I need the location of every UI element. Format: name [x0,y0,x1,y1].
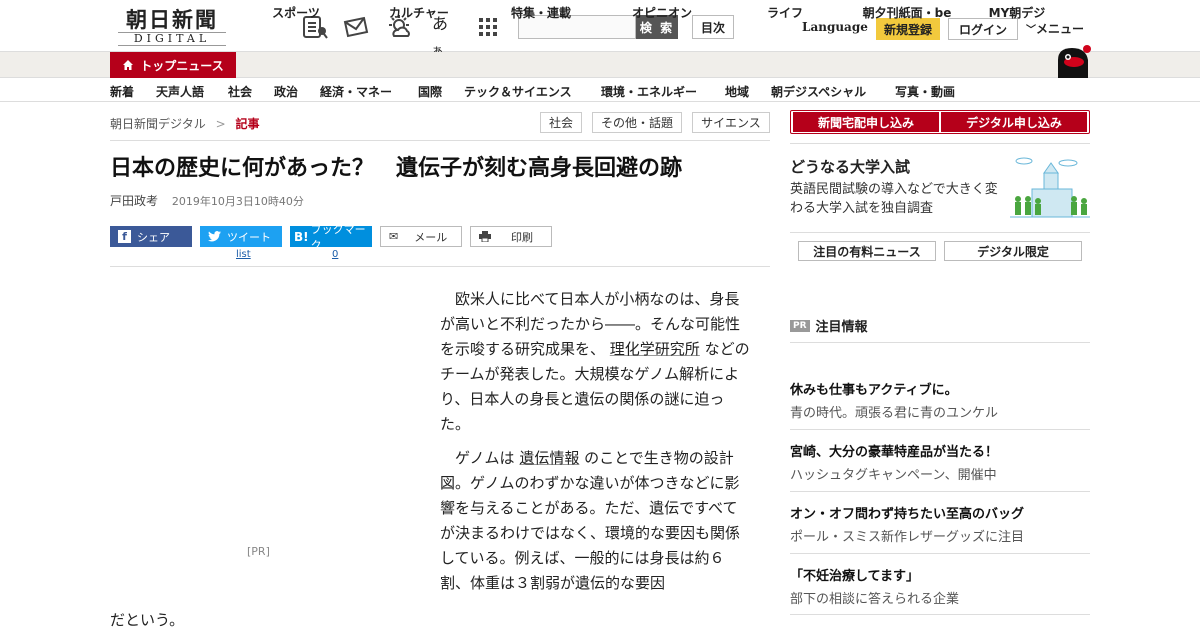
pr-item[interactable]: オン・オフ問わず持ちたい至高のバッグ ポール・スミス新作レザーグッズに注目 [790,503,1090,545]
paragraph-text: ゲノムは [455,449,515,467]
subnav-item-society[interactable]: 社会 [228,83,252,100]
twitter-share-button[interactable]: ツイート [200,226,282,247]
divider [110,266,770,267]
hatena-icon: B! [294,229,309,244]
breadcrumb-current: 記事 [235,117,260,131]
pr-badge: PR [790,319,810,332]
print-button[interactable]: 印刷 [470,226,552,247]
link-riken[interactable]: 理化学研究所 [610,340,700,358]
site-logo[interactable]: 朝日新聞 DIGITAL [112,8,232,46]
mail-share-label: メール [414,230,448,244]
subnav-item-economy[interactable]: 経済・マネー [320,83,392,100]
subnav-item-international[interactable]: 国際 [418,83,442,100]
nav-item-sports[interactable]: スポーツ [256,0,336,26]
nav-item-paper[interactable]: 朝夕刊紙面・be [852,0,962,26]
divider [790,491,1090,492]
divider [790,553,1090,554]
twitter-icon [208,231,221,242]
tag-science[interactable]: サイエンス [692,112,770,133]
nav-item-label: トップニュース [140,58,224,73]
pr-item-title: 休みも仕事もアクティブに。 [790,383,958,398]
mail-share-button[interactable]: ✉ メール [380,226,462,247]
nav-item-culture[interactable]: カルチャー [378,0,460,26]
subnav-item-special[interactable]: 朝デジスペシャル [771,83,866,100]
breadcrumb-separator: > [215,117,226,131]
breadcrumb-home[interactable]: 朝日新聞デジタル [110,117,206,131]
divider [790,232,1090,233]
pr-item-desc: ハッシュタグキャンペーン、開催中 [790,468,997,483]
tag-society[interactable]: 社会 [540,112,582,133]
nav-item-features[interactable]: 特集・連載 [496,0,586,26]
facebook-icon: f [118,230,131,243]
pr-heading-label: 注目情報 [815,320,868,335]
article-paragraph: ゲノムは 遺伝情報 のことで生き物の設計図。ゲノムのわずかな違いが体つきなどに影… [440,446,750,596]
divider [790,429,1090,430]
pr-item-title: 宮崎、大分の豪華特産品が当たる！ [790,445,999,460]
article-paragraph-tail: だという。 [110,611,185,629]
facebook-share-button[interactable]: f シェア [110,226,192,247]
subnav-item-environment[interactable]: 環境・エネルギー [601,83,697,100]
logo-sub-text: DIGITAL [118,32,226,46]
pr-item[interactable]: 休みも仕事もアクティブに。 青の時代。頑張る君に青のユンケル [790,379,1090,421]
pr-item[interactable]: 「不妊治療してます」 部下の相談に答えられる企業 [790,565,1090,607]
article-body: 欧米人に比べて日本人が小柄なのは、身長が高いと不利だったから――。そんな可能性を… [440,287,750,605]
printer-icon [479,231,491,242]
pr-item[interactable]: 宮崎、大分の豪華特産品が当たる！ ハッシュタグキャンペーン、開催中 [790,441,1090,483]
nav-item-life[interactable]: ライフ [752,0,818,26]
subnav-item-politics[interactable]: 政治 [274,83,298,100]
hatena-bookmark-button[interactable]: B! ブックマーク [290,223,372,252]
university-illustration[interactable] [1010,155,1090,219]
breadcrumb: 朝日新聞デジタル > 記事 [110,115,260,132]
paid-news-button[interactable]: 注目の有料ニュース [798,241,936,261]
feature-title[interactable]: どうなる大学入試 [790,156,910,177]
hatena-count[interactable]: 0 [332,249,338,260]
subscribe-paper-button[interactable]: 新聞宅配申し込み [793,112,939,132]
mail-icon[interactable] [342,14,369,40]
pr-item-desc: 青の時代。頑張る君に青のユンケル [790,406,999,421]
article-title: 日本の歴史に何があった？ 遺伝子が刻む高身長回避の跡 [110,156,683,181]
publish-date: 2019年10月3日10時40分 [171,195,304,208]
divider [110,140,770,141]
digital-only-button[interactable]: デジタル限定 [944,241,1082,261]
subnav-item-region[interactable]: 地域 [725,83,749,100]
pr-item-title: オン・オフ問わず持ちたい至高のバッグ [790,507,1025,522]
byline: 戸田政考 2019年10月3日10時40分 [110,192,304,209]
logo-main-text: 朝日新聞 [126,7,218,32]
divider [790,614,1090,615]
pr-item-desc: ポール・スミス新作レザーグッズに注目 [790,530,1025,545]
pr-ad-label: [PR] [247,545,270,558]
print-label: 印刷 [511,230,533,244]
link-genetic-info[interactable]: 遺伝情報 [519,449,579,467]
feature-description[interactable]: 英語民間試験の導入などで大きく変わる大学入試を独自調査 [790,180,1005,218]
nav-item-opinion[interactable]: オピニオン [620,0,704,26]
nav-item-top-news[interactable]: トップニュース [110,52,236,78]
author: 戸田政考 [110,194,159,208]
chevron-down-icon: ﹀ [1026,25,1036,36]
subnav-item-tenseijingo[interactable]: 天声人語 [156,83,204,100]
subnav-item-tech[interactable]: テック＆サイエンス [464,83,572,100]
home-icon [123,60,134,70]
mail-icon: ✉ [389,230,399,243]
twitter-count[interactable]: list [236,249,251,260]
tag-misc[interactable]: その他・話題 [592,112,682,133]
subscribe-digital-button[interactable]: デジタル申し込み [941,112,1087,132]
divider [790,143,1090,144]
pr-item-desc: 部下の相談に答えられる企業 [790,592,960,607]
pr-item-title: 「不妊治療してます」 [790,569,919,584]
hatena-share-label: ブックマーク [310,222,366,252]
facebook-share-label: シェア [137,230,170,244]
twitter-share-label: ツイート [227,230,271,244]
article-paragraph: 欧米人に比べて日本人が小柄なのは、身長が高いと不利だったから――。そんな可能性を… [440,287,750,437]
subnav-item-new[interactable]: 新着 [110,83,134,100]
mascot-icon[interactable] [1054,44,1092,78]
subnav-item-photo[interactable]: 写真・動画 [895,83,955,100]
paragraph-text: のことで生き物の設計図。ゲノムのわずかな違いが体つきなどに影響を与えることがある… [440,449,741,592]
divider [790,342,1090,343]
nav-item-my-asadigi[interactable]: MY朝デジ [982,0,1052,26]
pr-heading: PR 注目情報 [790,316,868,335]
